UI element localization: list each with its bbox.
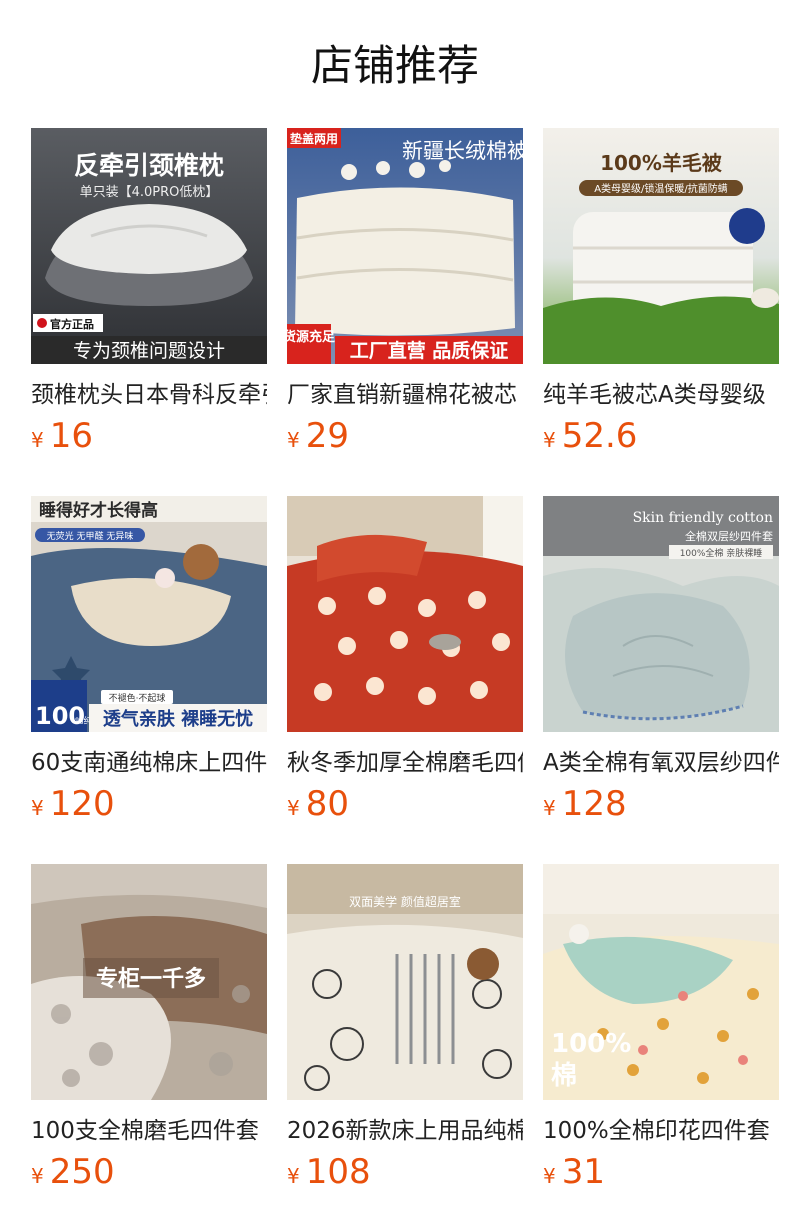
small-badge: 不褪色·不起球 xyxy=(109,692,166,704)
currency-symbol: ¥ xyxy=(287,796,300,820)
image-banner: 专柜一千多 xyxy=(96,966,206,992)
currency-symbol: ¥ xyxy=(287,428,300,452)
product-card[interactable]: 100% 棉 100%全棉印花四件套 ¥31 xyxy=(543,864,779,1194)
image-headline: 双面美学 颜值超居室 xyxy=(349,894,461,909)
page-title: 店铺推荐 xyxy=(310,41,479,90)
product-price: ¥16 xyxy=(31,414,93,458)
corner-tag: 垫盖两用 xyxy=(290,131,338,146)
image-banner: 工厂直营 品质保证 xyxy=(350,339,509,362)
product-image[interactable]: 垫盖两用 新疆长绒棉被 货源充足 工厂直营 品质保证 xyxy=(287,128,523,364)
product-image[interactable]: 双面美学 颜值超居室 xyxy=(287,864,523,1100)
image-banner: 专为颈椎问题设计 xyxy=(73,340,225,362)
price-value: 108 xyxy=(305,1152,371,1192)
stock-badge: 货源充足 xyxy=(287,329,336,345)
product-card[interactable]: 秋冬季加厚全棉磨毛四件套 ¥80 xyxy=(287,496,523,826)
product-name[interactable]: 2026新款床上用品纯棉四件套 xyxy=(287,1114,523,1148)
product-name[interactable]: 颈椎枕头日本骨科反牵引 xyxy=(31,378,267,412)
image-headline: 100% xyxy=(551,1029,631,1059)
product-price: ¥31 xyxy=(543,1150,605,1194)
product-card[interactable]: 100%羊毛被 A类母婴级/锁温保暖/抗菌防螨 纯羊毛被芯A类母婴级 ¥52.6 xyxy=(543,128,779,458)
product-price: ¥120 xyxy=(31,782,115,826)
price-value: 52.6 xyxy=(561,416,638,456)
product-price: ¥52.6 xyxy=(543,414,637,458)
product-image[interactable] xyxy=(287,496,523,732)
image-subline: 无荧光 无甲醛 无异味 xyxy=(47,530,134,542)
product-price: ¥128 xyxy=(543,782,627,826)
product-name[interactable]: 厂家直销新疆棉花被芯 xyxy=(287,378,523,412)
price-value: 31 xyxy=(561,1152,605,1192)
product-price: ¥29 xyxy=(287,414,349,458)
currency-symbol: ¥ xyxy=(31,428,44,452)
price-value: 120 xyxy=(49,784,115,824)
image-headline: 新疆长绒棉被 xyxy=(402,139,523,163)
product-image[interactable]: Skin friendly cotton 全棉双层纱四件套 100%全棉 亲肤裸… xyxy=(543,496,779,732)
product-card[interactable]: 双面美学 颜值超居室 2026新款床上用品纯棉四件套 ¥108 xyxy=(287,864,523,1194)
product-name[interactable]: 60支南通纯棉床上四件套 xyxy=(31,746,267,780)
product-card[interactable]: Skin friendly cotton 全棉双层纱四件套 100%全棉 亲肤裸… xyxy=(543,496,779,826)
currency-symbol: ¥ xyxy=(543,796,556,820)
product-price: ¥80 xyxy=(287,782,349,826)
product-image[interactable]: 睡得好才长得高 无荧光 无甲醛 无异味 100 %纯棉 不褪色·不起球 透气亲肤… xyxy=(31,496,267,732)
image-headline: 反牵引颈椎枕 xyxy=(74,151,224,180)
price-value: 16 xyxy=(49,416,93,456)
image-subline: 棉 xyxy=(551,1061,577,1091)
currency-symbol: ¥ xyxy=(287,1164,300,1188)
image-subline: 单只装【4.0PRO低枕】 xyxy=(80,185,219,200)
product-name[interactable]: 100支全棉磨毛四件套 xyxy=(31,1114,267,1148)
image-headline: 100%羊毛被 xyxy=(600,151,723,175)
product-image[interactable]: 反牵引颈椎枕 单只装【4.0PRO低枕】 官方正品 专为颈椎问题设计 xyxy=(31,128,267,364)
official-badge: 官方正品 xyxy=(50,317,94,331)
product-name[interactable]: A类全棉有氧双层纱四件套 xyxy=(543,746,779,780)
image-headline: Skin friendly cotton xyxy=(633,510,773,526)
image-subline: 全棉双层纱四件套 xyxy=(685,529,773,543)
product-card[interactable]: 专柜一千多 100支全棉磨毛四件套 ¥250 xyxy=(31,864,267,1194)
product-card[interactable]: 反牵引颈椎枕 单只装【4.0PRO低枕】 官方正品 专为颈椎问题设计 颈椎枕头日… xyxy=(31,128,267,458)
product-card[interactable]: 睡得好才长得高 无荧光 无甲醛 无异味 100 %纯棉 不褪色·不起球 透气亲肤… xyxy=(31,496,267,826)
image-banner: 透气亲肤 裸睡无忧 xyxy=(103,708,253,730)
product-name[interactable]: 秋冬季加厚全棉磨毛四件套 xyxy=(287,746,523,780)
product-name[interactable]: 100%全棉印花四件套 xyxy=(543,1114,779,1148)
price-value: 250 xyxy=(49,1152,115,1192)
price-value: 80 xyxy=(305,784,349,824)
price-value: 29 xyxy=(305,416,349,456)
product-price: ¥250 xyxy=(31,1150,115,1194)
product-card[interactable]: 垫盖两用 新疆长绒棉被 货源充足 工厂直营 品质保证 厂家直销新疆棉花被芯 ¥2… xyxy=(287,128,523,458)
currency-symbol: ¥ xyxy=(543,1164,556,1188)
product-price: ¥108 xyxy=(287,1150,371,1194)
product-image[interactable]: 100% 棉 xyxy=(543,864,779,1100)
currency-symbol: ¥ xyxy=(31,796,44,820)
currency-symbol: ¥ xyxy=(543,428,556,452)
image-subline: A类母婴级/锁温保暖/抗菌防螨 xyxy=(594,182,728,195)
image-tag: 100%全棉 亲肤裸睡 xyxy=(680,547,763,559)
product-image[interactable]: 专柜一千多 xyxy=(31,864,267,1100)
currency-symbol: ¥ xyxy=(31,1164,44,1188)
product-name[interactable]: 纯羊毛被芯A类母婴级 xyxy=(543,378,779,412)
product-image[interactable]: 100%羊毛被 A类母婴级/锁温保暖/抗菌防螨 xyxy=(543,128,779,364)
price-value: 128 xyxy=(561,784,627,824)
image-headline: 睡得好才长得高 xyxy=(39,500,158,521)
